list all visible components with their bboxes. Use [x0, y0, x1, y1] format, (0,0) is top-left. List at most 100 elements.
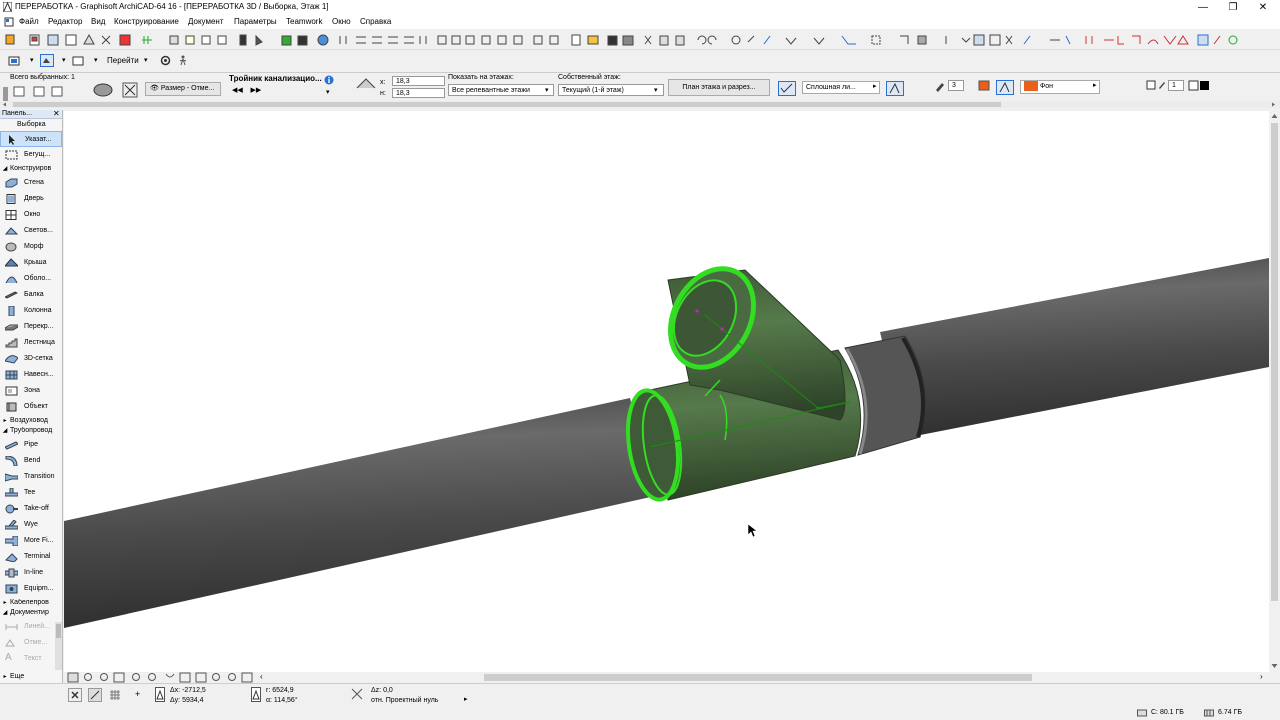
group-cable[interactable]: ▸ Кабелепров [0, 599, 62, 609]
group-more[interactable]: ▸ Еще [0, 673, 62, 683]
chevron-right-icon[interactable]: › [1260, 672, 1263, 681]
element-type-icon[interactable] [92, 82, 114, 98]
tool-in-line[interactable]: In-line [0, 565, 62, 581]
selection-mode-icons[interactable] [12, 85, 66, 99]
pipe-left-segment[interactable] [64, 398, 655, 628]
menu-edit[interactable]: Редактор [48, 17, 82, 26]
line-type-dropdown[interactable]: Сплошная ли... [802, 81, 880, 94]
tool-take-off[interactable]: Take-off [0, 501, 62, 517]
dropdown-arrow-icon[interactable]: ▾ [30, 56, 34, 64]
tool-shell[interactable]: Оболо... [0, 271, 62, 287]
pen2-number-field[interactable]: 1 [1168, 80, 1184, 91]
toolbar-icons[interactable] [0, 30, 1280, 50]
menu-document[interactable]: Документ [188, 17, 224, 26]
menu-help[interactable]: Справка [360, 17, 391, 26]
close-button[interactable]: ✕ [1248, 0, 1278, 15]
tool-morph[interactable]: Морф [0, 239, 62, 255]
fill-square-icon[interactable] [1146, 80, 1156, 90]
tool-terminal[interactable]: Terminal [0, 549, 62, 565]
tool-zone[interactable]: Зона [0, 383, 62, 399]
grid-snap-icon[interactable] [88, 688, 102, 702]
tool-equipment[interactable]: Equipm... [0, 581, 62, 597]
pen-checkbox-icon[interactable] [886, 81, 904, 96]
fill-swatch[interactable] [1188, 80, 1210, 91]
fill-checkbox-icon[interactable] [996, 80, 1014, 95]
cancel-icon[interactable] [68, 688, 82, 702]
plus-icon[interactable]: + [135, 689, 140, 699]
layer-icon[interactable] [40, 54, 54, 67]
tool-skylight[interactable]: Светов... [0, 223, 62, 239]
tool-roof[interactable]: Крыша [0, 255, 62, 271]
zoom-controls-icons[interactable] [64, 672, 264, 683]
mirror-icon[interactable] [122, 82, 138, 98]
grid-icon[interactable] [108, 688, 122, 702]
group-ducts[interactable]: ▸ Воздуховод [0, 417, 62, 427]
tool-more-fittings[interactable]: More Fi... [0, 533, 62, 549]
info-icon[interactable] [324, 75, 334, 85]
hotspot[interactable] [720, 327, 724, 331]
dropdown-arrow-icon[interactable]: ▾ [94, 56, 98, 64]
pipe-right-segment[interactable] [880, 258, 1269, 438]
group-piping[interactable]: ◢ Трубопровод [0, 427, 62, 437]
tool-mesh[interactable]: 3D-сетка [0, 351, 62, 367]
walk-icon[interactable] [178, 55, 188, 66]
tool-door[interactable]: Дверь [0, 191, 62, 207]
menu-view[interactable]: Вид [91, 17, 105, 26]
info-box-scrollbar[interactable] [0, 101, 1280, 108]
chevron-right-icon[interactable]: ▸ [464, 695, 468, 703]
group-construct[interactable]: ◢ Конструиров [0, 165, 62, 175]
hotspot[interactable] [695, 309, 699, 313]
chevron-down-icon[interactable]: ▾ [545, 86, 549, 94]
floor-plan-button[interactable]: План этажа и разрез... [668, 79, 770, 96]
tool-curtain-wall[interactable]: Навесн... [0, 367, 62, 383]
dropdown-arrow-icon[interactable]: ▾ [62, 56, 66, 64]
tool-arrow[interactable]: Указат... [0, 131, 62, 147]
expand-arrow-icon[interactable]: ▾ [326, 88, 330, 96]
chevron-right-icon[interactable]: ▸ [1093, 81, 1097, 89]
chevron-left-icon[interactable]: ‹ [260, 672, 263, 681]
tool-slab[interactable]: Перекр... [0, 319, 62, 335]
group-document[interactable]: ◢ Документир [0, 609, 62, 619]
home-story-dropdown[interactable]: Текущий (1-й этаж) [558, 84, 664, 96]
tool-window[interactable]: Окно [0, 207, 62, 223]
tool-beam[interactable]: Балка [0, 287, 62, 303]
close-icon[interactable]: ✕ [53, 109, 60, 118]
value1-field[interactable]: 18,3 [392, 76, 445, 86]
checkbox-icon[interactable] [778, 81, 796, 96]
tool-marquee[interactable]: Бегущ... [0, 147, 62, 163]
vertical-scrollbar[interactable] [1269, 111, 1280, 672]
tool-tee[interactable]: Tee [0, 485, 62, 501]
toolbox-scrollbar[interactable] [55, 622, 62, 670]
show-on-stories-dropdown[interactable]: Все релевантные этажи [448, 84, 554, 96]
minimize-button[interactable]: — [1188, 0, 1218, 15]
3d-scene[interactable] [64, 111, 1269, 672]
prev-next-icons[interactable]: ◀◀ ▶▶ [232, 86, 261, 94]
menu-file[interactable]: Файл [19, 17, 39, 26]
tool-pipe[interactable]: Pipe [0, 437, 62, 453]
tool-object[interactable]: Объект [0, 399, 62, 415]
window-icon[interactable] [72, 56, 84, 66]
menu-options[interactable]: Параметры [234, 17, 277, 26]
view-icon[interactable] [8, 56, 20, 66]
menu-window[interactable]: Окно [332, 17, 351, 26]
pen-number-field[interactable]: 3 [948, 80, 964, 91]
tool-transition[interactable]: Transition [0, 469, 62, 485]
dimension-mode-dropdown[interactable]: 👁 Размер - Отме... [145, 82, 221, 96]
menu-design[interactable]: Конструирование [114, 17, 179, 26]
tool-wye[interactable]: Wye [0, 517, 62, 533]
tool-text[interactable]: A Текст [0, 651, 62, 667]
hotspot[interactable] [816, 406, 820, 410]
value2-field[interactable]: 18,3 [392, 88, 445, 98]
reference-level[interactable]: отн. Проектный нуль [371, 697, 438, 704]
menu-teamwork[interactable]: Teamwork [286, 17, 322, 26]
gear-icon[interactable] [160, 55, 171, 66]
pen-color-swatch[interactable] [978, 80, 990, 91]
background-dropdown[interactable]: Фон [1020, 80, 1100, 94]
3d-viewport[interactable] [64, 111, 1269, 672]
dropdown-arrow-icon[interactable]: ▾ [144, 56, 148, 64]
tool-column[interactable]: Колонна [0, 303, 62, 319]
selected-wye-fitting[interactable] [622, 254, 862, 503]
tool-dimension[interactable]: Линей... [0, 619, 62, 635]
restore-button[interactable]: ❐ [1218, 0, 1248, 15]
document-icon[interactable] [4, 17, 14, 27]
